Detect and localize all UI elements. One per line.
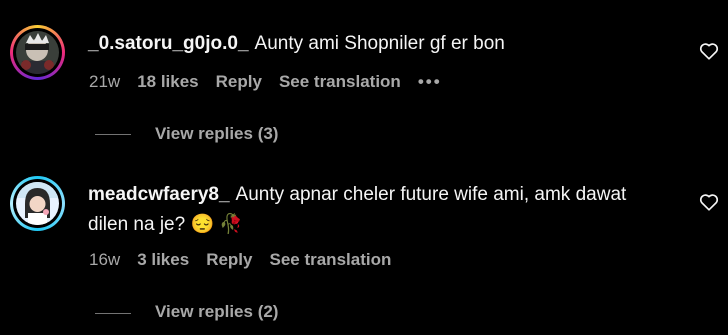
view-replies-button[interactable]: View replies (2) — [155, 301, 278, 323]
comment-meta: 16w 3 likes Reply See translation — [89, 249, 408, 271]
heart-icon[interactable] — [698, 191, 720, 213]
see-translation-button[interactable]: See translation — [279, 72, 401, 91]
comment-meta: 21w 18 likes Reply See translation ••• — [89, 71, 459, 93]
comment-text-continued: dilen na je? 😔 🥀 — [88, 214, 244, 235]
likes-count[interactable]: 18 likes — [137, 72, 198, 91]
comment-age: 16w — [89, 250, 121, 269]
more-options-icon[interactable]: ••• — [418, 72, 442, 91]
view-replies-button[interactable]: View replies (3) — [155, 123, 278, 145]
reply-button[interactable]: Reply — [206, 250, 252, 269]
comment-body: meadcwfaery8_ Aunty apnar cheler future w… — [88, 181, 626, 209]
comment-username[interactable]: meadcwfaery8_ — [88, 184, 230, 205]
avatar-ring[interactable] — [10, 176, 65, 231]
comment-text: Aunty ami Shopniler gf er bon — [254, 33, 505, 54]
replies-divider — [95, 134, 131, 135]
comment-age: 21w — [89, 72, 121, 91]
avatar-ring[interactable] — [10, 25, 65, 80]
comment-username[interactable]: _0.satoru_g0jo.0_ — [88, 33, 249, 54]
reply-button[interactable]: Reply — [216, 72, 262, 91]
see-translation-button[interactable]: See translation — [269, 250, 391, 269]
comment-text: Aunty apnar cheler future wife ami, amk … — [235, 184, 627, 205]
avatar — [16, 182, 59, 225]
avatar — [16, 31, 59, 74]
comment-body: _0.satoru_g0jo.0_ Aunty ami Shopniler gf … — [88, 30, 505, 58]
heart-icon[interactable] — [698, 40, 720, 62]
likes-count[interactable]: 3 likes — [137, 250, 189, 269]
replies-divider — [95, 313, 131, 314]
